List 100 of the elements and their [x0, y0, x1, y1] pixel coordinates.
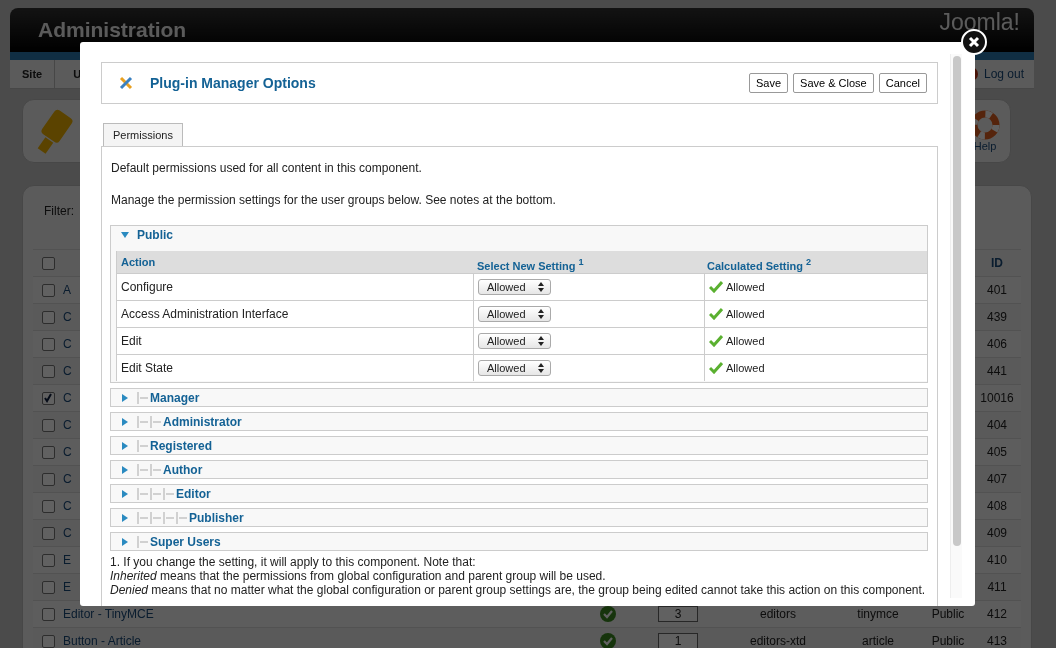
group-toggle[interactable]: Super Users: [111, 533, 221, 550]
table-cell: 441: [987, 363, 1007, 378]
plugin-link[interactable]: E: [63, 579, 71, 594]
tree-connector-icon: [150, 463, 163, 476]
check-icon: [709, 281, 723, 293]
table-cell: 407: [987, 471, 1007, 486]
column-header: Action: [121, 256, 156, 268]
check-icon: [709, 335, 723, 347]
instructions-text: Manage the permission settings for the user groups below. See notes at the bottom.: [111, 193, 557, 207]
enabled-check-icon[interactable]: [600, 606, 616, 622]
plugin-link[interactable]: C: [63, 336, 72, 351]
logout-link[interactable]: Log out: [983, 67, 1024, 81]
tools-icon: [118, 75, 134, 91]
plugin-link[interactable]: Editor - TinyMCE: [63, 606, 154, 621]
column-header: Select New Setting $^{1}$: [477, 259, 584, 272]
triangle-icon: [121, 513, 129, 522]
group-toggle[interactable]: Author: [111, 461, 203, 478]
tree-connector-icon: [137, 535, 150, 548]
table-cell: editors-xtd: [750, 633, 806, 648]
plugin-link[interactable]: Button - Article: [63, 633, 142, 648]
scrollbar[interactable]: [950, 54, 962, 598]
select-all-checkbox[interactable]: [41, 256, 55, 270]
plugin-link[interactable]: C: [63, 417, 72, 432]
row-checkbox[interactable]: [41, 337, 55, 351]
status-text: Allowed: [726, 308, 765, 320]
table-cell: Configure: [117, 274, 474, 300]
dialog-button[interactable]: Save & Close: [793, 73, 874, 93]
tree-connector-icon: [150, 487, 163, 500]
row-checkbox[interactable]: [41, 445, 55, 459]
table-cell: Access Administration Interface: [117, 301, 474, 327]
dialog-title: Plug-in Manager Options: [150, 75, 316, 91]
table-cell: Public: [931, 633, 965, 648]
order-field[interactable]: 3: [658, 606, 698, 622]
row-checkbox[interactable]: [41, 580, 55, 594]
plugin-link[interactable]: C: [63, 444, 72, 459]
row-checkbox[interactable]: [41, 391, 55, 405]
row-checkbox[interactable]: [41, 283, 55, 297]
row-checkbox[interactable]: [41, 418, 55, 432]
table-cell: Public: [931, 606, 965, 621]
table-cell: editors: [760, 606, 796, 621]
plugin-link[interactable]: A: [63, 282, 71, 297]
table-cell: 406: [987, 336, 1007, 351]
setting-select[interactable]: Allowed: [478, 306, 551, 322]
triangle-icon: [121, 393, 129, 402]
group-toggle[interactable]: Registered: [111, 437, 213, 454]
triangle-icon: [121, 465, 129, 474]
row-checkbox[interactable]: [41, 553, 55, 567]
row-checkbox[interactable]: [41, 310, 55, 324]
site-title: Administration: [38, 19, 188, 40]
table-cell: 439: [987, 309, 1007, 324]
tab[interactable]: Permissions: [103, 123, 183, 146]
updown-icon: [537, 282, 544, 292]
table-cell: Edit: [117, 328, 474, 354]
group-toggle[interactable]: Publisher: [111, 509, 244, 526]
table-cell: 401: [987, 282, 1007, 297]
table-cell: 412: [987, 606, 1007, 621]
table-cell: Edit State: [117, 355, 474, 381]
order-field[interactable]: 1: [658, 633, 698, 648]
enabled-check-icon[interactable]: [600, 633, 616, 648]
group-toggle[interactable]: Manager: [111, 389, 200, 406]
updown-icon: [537, 309, 544, 319]
updown-icon: [537, 363, 544, 373]
plugin-link[interactable]: C: [63, 525, 72, 540]
check-icon: [709, 362, 723, 374]
group-toggle[interactable]: Editor: [111, 485, 211, 502]
tree-connector-icon: [137, 463, 150, 476]
tree-connector-icon: [137, 439, 150, 452]
plugin-link[interactable]: C: [63, 498, 72, 513]
plugin-link[interactable]: C: [63, 309, 72, 324]
column-header: Calculated Setting $^{2}$: [707, 259, 812, 272]
menu-item[interactable]: Site: [10, 60, 56, 88]
plugin-link[interactable]: C: [63, 363, 72, 378]
plugin-link[interactable]: C: [63, 390, 72, 405]
plugin-link[interactable]: C: [63, 471, 72, 486]
row-checkbox[interactable]: [41, 472, 55, 486]
intro-text: Default permissions used for all content in this component.: [111, 161, 423, 175]
logo-text: Joomla!: [939, 11, 1020, 34]
dialog-button[interactable]: Save: [749, 73, 789, 93]
setting-select[interactable]: Allowed: [478, 279, 551, 295]
row-checkbox[interactable]: [41, 364, 55, 378]
note-text: 1. If you change the setting, it will apply to this component. Note that:: [110, 555, 477, 569]
tree-connector-icon: [137, 415, 150, 428]
triangle-icon: [121, 230, 129, 239]
plugin-link[interactable]: E: [63, 552, 71, 567]
column-header[interactable]: ID: [991, 255, 1003, 270]
row-checkbox[interactable]: [41, 499, 55, 513]
updown-icon: [537, 336, 544, 346]
triangle-icon: [121, 417, 129, 426]
setting-select[interactable]: Allowed: [478, 333, 551, 349]
table-cell: 411: [987, 579, 1007, 594]
table-cell: 404: [987, 417, 1007, 432]
row-checkbox[interactable]: [41, 526, 55, 540]
row-checkbox[interactable]: [41, 607, 55, 621]
group-toggle[interactable]: Public: [111, 226, 173, 243]
row-checkbox[interactable]: [41, 634, 55, 648]
dialog-button[interactable]: Cancel: [878, 73, 927, 93]
table-cell: 409: [987, 525, 1007, 540]
group-toggle[interactable]: Administrator: [111, 413, 242, 430]
setting-select[interactable]: Allowed: [478, 360, 551, 376]
tree-connector-icon: [150, 415, 163, 428]
